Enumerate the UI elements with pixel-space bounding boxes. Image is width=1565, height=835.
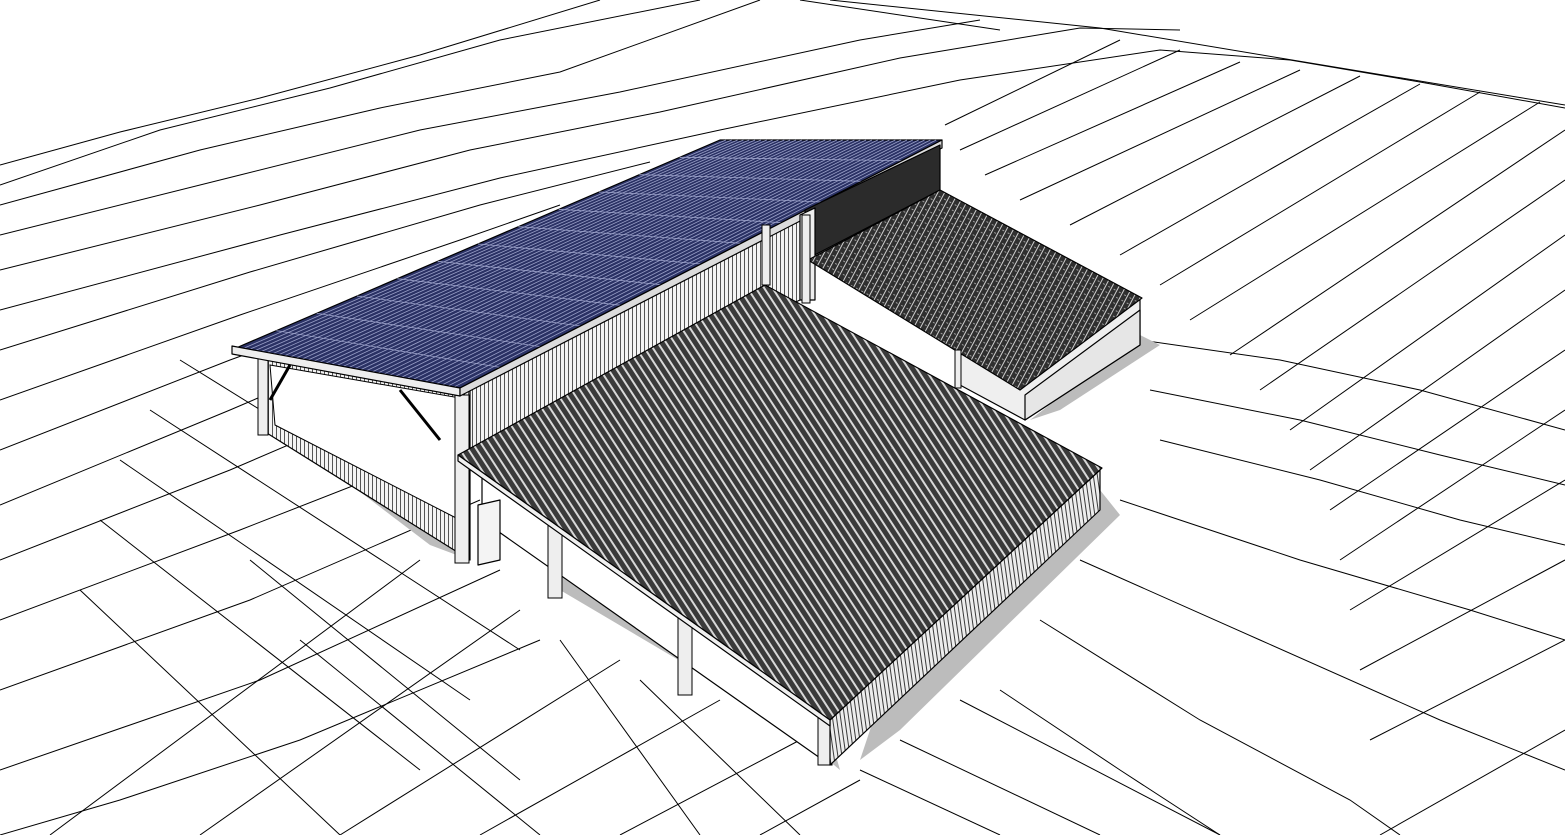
model-viewport[interactable] <box>0 0 1565 835</box>
